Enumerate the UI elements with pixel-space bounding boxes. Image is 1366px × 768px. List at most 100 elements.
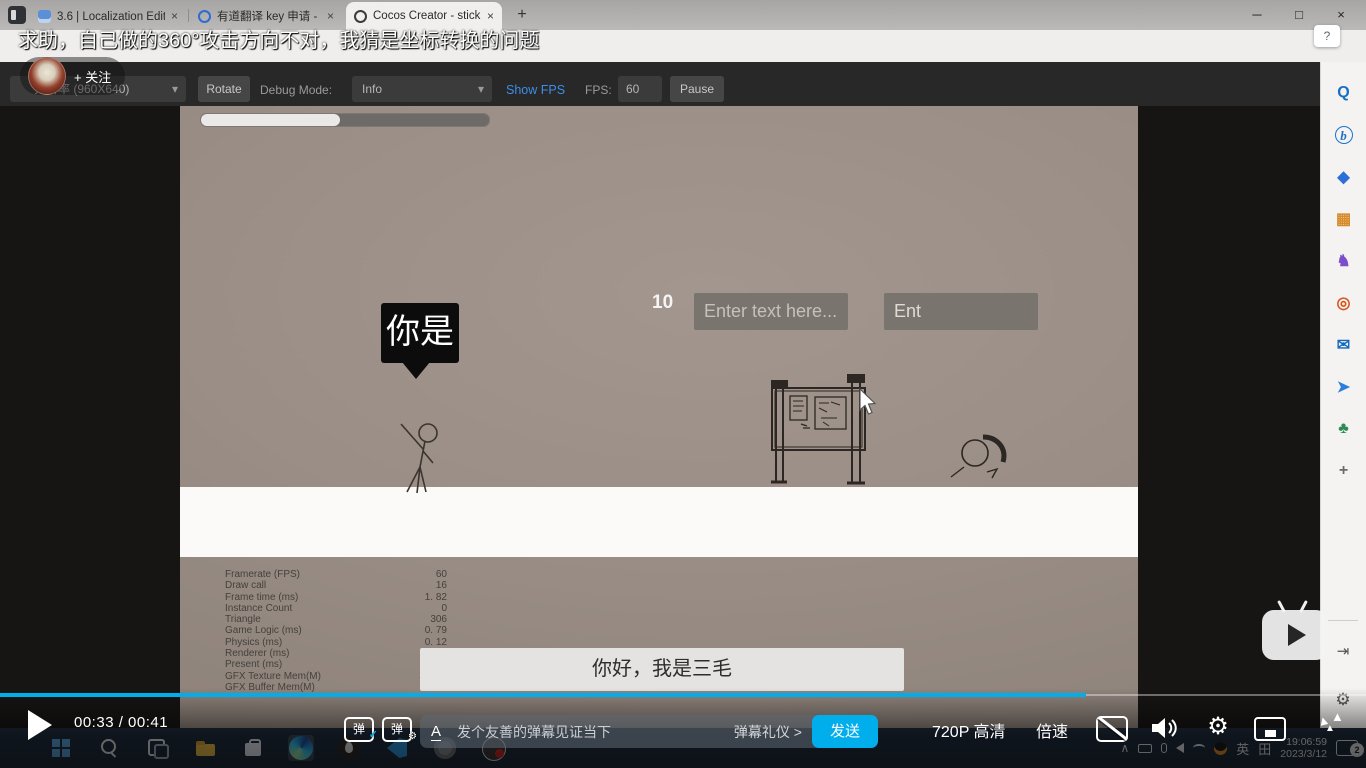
tray-language-indicator[interactable]: 英 (1236, 739, 1249, 758)
debug-mode-dropdown[interactable]: Info ▾ (352, 76, 492, 102)
uploader-follow-widget[interactable]: + 关注 (20, 57, 126, 95)
sidebar-add-icon[interactable]: + (1321, 450, 1366, 492)
stat-value: 0. 12 (424, 636, 447, 648)
game-text-input-2[interactable] (884, 293, 1038, 330)
stat-label: GFX Texture Mem(M) (225, 670, 321, 682)
tab-title: 有道翻译 key 申请 - 搜索 (217, 11, 321, 23)
danmaku-toggle-icon[interactable]: 弹 ✓ (344, 717, 378, 742)
screen: 3.6 | Localization Editor 公测帖 - × 有道翻译 k… (0, 0, 1366, 768)
follow-button[interactable]: + 关注 (74, 67, 111, 86)
danmaku-etiquette-link[interactable]: 弹幕礼仪 > (734, 722, 802, 742)
danmaku-input[interactable] (455, 722, 734, 741)
close-tab-icon[interactable]: × (171, 9, 178, 23)
uploader-avatar[interactable] (28, 57, 66, 95)
danmaku-settings-icon[interactable]: 弹 ⚙ (382, 717, 417, 742)
fps-stats-panel: Framerate (FPS) 60 Draw call 16 Frame ti… (225, 569, 447, 693)
stick-figure-left (400, 423, 438, 494)
stat-label: Game Logic (ms) (225, 625, 302, 637)
counter-text: 10 (652, 292, 674, 313)
stat-label: Renderer (ms) (225, 648, 290, 660)
stat-value: 1. 82 (424, 591, 447, 603)
chevron-down-icon: ▾ (171, 82, 178, 96)
rotate-button[interactable]: Rotate (198, 76, 250, 102)
subtitle-icon[interactable] (1096, 716, 1128, 742)
send-danmaku-button[interactable]: 发送 (812, 715, 878, 748)
sidebar-toolbox-icon[interactable]: ▦ (1321, 198, 1366, 240)
doc-favicon-icon (38, 9, 51, 23)
fps-input[interactable]: 60 (618, 76, 662, 102)
sidebar-bing-chat-icon[interactable]: b (1321, 114, 1366, 156)
tab-actions-menu-icon[interactable] (8, 6, 26, 24)
tray-camera-icon[interactable] (1138, 743, 1153, 753)
player-settings-gear-icon[interactable]: ⚙ (1202, 711, 1234, 743)
taskbar-file-explorer-icon[interactable] (192, 735, 218, 761)
minimize-button[interactable]: ─ (1242, 2, 1272, 28)
stat-label: Framerate (FPS) (225, 569, 301, 580)
check-icon: ✓ (368, 729, 378, 741)
taskbar-taskview-button[interactable] (144, 735, 170, 761)
stat-value: 16 (435, 580, 447, 592)
quality-selector[interactable]: 720P 高清 (932, 718, 1006, 742)
game-dialog-box: 你好，我是三毛 (420, 648, 904, 691)
sidebar-games-icon[interactable]: ♞ (1321, 240, 1366, 282)
cocos-favicon-icon (354, 9, 367, 23)
stat-value: 306 (430, 614, 447, 626)
sidebar-microsoft365-icon[interactable]: ◎ (1321, 282, 1366, 324)
tray-qq-icon[interactable] (1214, 741, 1228, 755)
stat-label: Physics (ms) (225, 636, 283, 648)
taskbar-store-icon[interactable] (240, 735, 266, 761)
debug-mode-label: Debug Mode: (260, 83, 333, 97)
speed-selector[interactable]: 倍速 (1036, 718, 1068, 742)
stat-value: 0 (441, 602, 447, 614)
danmaku-comment-overlay: 求助，自己做的360°攻击方向不对，我猜是坐标转换的问题 (18, 30, 540, 52)
web-fullscreen-icon[interactable] (1254, 717, 1286, 741)
cocos-preview-toolbar: 分辨率 (960X640) ▾ Rotate Debug Mode: Info … (0, 62, 1320, 106)
sidebar-shopping-icon[interactable]: ◆ (1321, 156, 1366, 198)
tray-ime-icon[interactable]: 田 (1258, 739, 1271, 758)
volume-icon[interactable] (1150, 716, 1180, 740)
sidebar-tree-icon[interactable]: ♣ (1321, 408, 1366, 450)
bilibili-tv-watermark-icon (1262, 600, 1328, 660)
show-fps-button[interactable]: Show FPS (506, 83, 565, 97)
stat-label: Frame time (ms) (225, 591, 299, 603)
tray-speaker-icon[interactable] (1176, 743, 1185, 753)
search-favicon-icon (198, 9, 211, 23)
help-tooltip-badge: ? (1314, 25, 1340, 47)
speech-bubble-tail (402, 362, 430, 379)
loading-bar-fill (201, 114, 340, 126)
taskbar-edge-icon[interactable] (288, 735, 314, 761)
fullscreen-icon[interactable]: ▲ ▲ ▲ (1315, 710, 1352, 740)
sidebar-drop-icon[interactable]: ➤ (1321, 366, 1366, 408)
stat-value: 60 (435, 569, 447, 580)
game-text-input[interactable] (694, 293, 848, 330)
close-tab-icon[interactable]: × (487, 9, 494, 23)
tab-title: Cocos Creator - stickMan (373, 10, 481, 22)
play-button[interactable] (28, 710, 52, 740)
taskbar-search-button[interactable] (96, 735, 122, 761)
sidebar-divider (1328, 620, 1358, 621)
new-tab-button[interactable]: + (512, 5, 532, 25)
tray-mic-icon[interactable] (1161, 743, 1168, 753)
chevron-down-icon: ▾ (477, 82, 484, 96)
stat-value: 0. 79 (424, 625, 447, 637)
close-tab-icon[interactable]: × (327, 9, 334, 23)
danmaku-text-style-icon[interactable]: A (431, 723, 442, 741)
notification-center-icon[interactable]: 2 (1336, 740, 1364, 757)
speech-bubble: 你是 (381, 303, 459, 363)
tab-title: 3.6 | Localization Editor 公测帖 - (57, 11, 165, 23)
tray-network-icon[interactable] (1193, 744, 1206, 752)
sidebar-outlook-icon[interactable]: ✉ (1321, 324, 1366, 366)
playback-time: 00:33 / 00:41 (74, 714, 169, 731)
stat-label: Instance Count (225, 602, 293, 614)
tab-separator (188, 9, 189, 22)
tray-expand-icon[interactable]: ∧ (1120, 742, 1129, 754)
gear-icon: ⚙ (408, 731, 417, 742)
maximize-button[interactable]: □ (1284, 2, 1314, 28)
stat-label: GFX Buffer Mem(M) (225, 681, 315, 693)
pause-button[interactable]: Pause (670, 76, 724, 102)
stick-figure-right (950, 434, 1007, 479)
stat-label: Draw call (225, 580, 267, 592)
mouse-cursor (859, 388, 877, 415)
sidebar-search-icon[interactable]: Q (1321, 72, 1366, 114)
game-white-panel (180, 487, 1138, 557)
